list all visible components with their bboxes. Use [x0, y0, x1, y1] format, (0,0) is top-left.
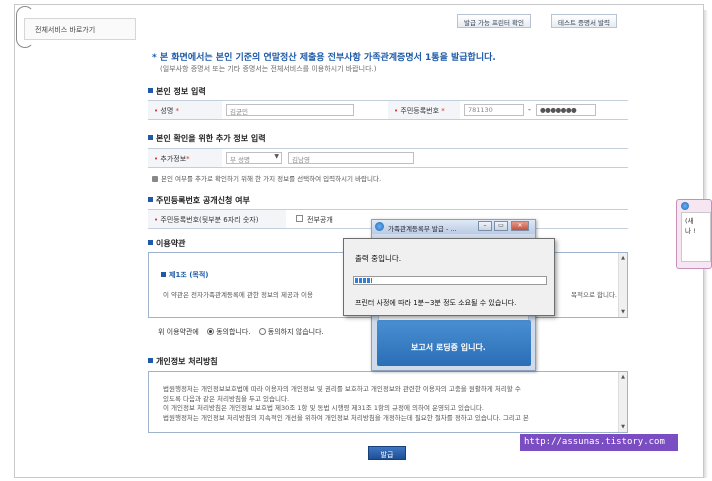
rrn-dash: -: [528, 105, 531, 114]
print-info-text: 프린터 사정에 따라 1분~3분 정도 소요될 수 있습니다.: [355, 299, 517, 307]
report-loading-banner: 보고서 로딩중 입니다.: [377, 320, 531, 366]
close-icon[interactable]: ✕: [511, 221, 529, 231]
privacy-box[interactable]: 법원행정처는 개인정보보호법에 따라 이용자의 개인정보 및 권리를 보호하고 …: [148, 371, 628, 433]
terms-article-title: 제1조 (목적): [161, 270, 208, 280]
section-terms: 이용약관: [148, 238, 185, 249]
section-title: 주민등록번호 공개신청 여부: [156, 196, 250, 205]
section-title: 본인 확인을 위한 추가 정보 입력: [156, 134, 266, 143]
section-title: 개인정보 처리방침: [156, 357, 218, 366]
minimize-icon[interactable]: –: [478, 221, 492, 231]
extra-info-note: 본인 여부를 추가로 확인하기 위해 한 가지 정보를 선택하여 입력하시기 바…: [152, 173, 381, 183]
extra-info-select[interactable]: 부 성명 ▼: [226, 152, 282, 164]
terms-consent: 위 이용약관에 동의합니다. 동의하지 않습니다.: [158, 327, 324, 337]
issue-button[interactable]: 발급: [368, 446, 406, 460]
privacy-line: 법원행정처는 개인정보 처리방침의 지속적인 개선을 위하여 개인정보 처리방침…: [163, 413, 529, 422]
section-disclosure: 주민등록번호 공개신청 여부: [148, 195, 250, 206]
all-services-link-label: 전체서비스 바로가기: [35, 26, 96, 34]
rrn-front-input[interactable]: 781130: [464, 104, 524, 116]
terms-body-right: 목적으로 합니다.: [571, 291, 617, 299]
side-popup-line: 나 !: [685, 227, 696, 235]
privacy-line: 법원행정처는 개인정보보호법에 따라 이용자의 개인정보 및 권리를 보호하고 …: [163, 385, 521, 393]
extra-info-input[interactable]: 김남영: [288, 152, 414, 164]
privacy-scrollbar[interactable]: ▲ ▼: [618, 372, 627, 432]
name-input[interactable]: 김균민: [226, 104, 354, 116]
extra-info-row: • 추가정보* 부 성명 ▼ 김남영: [148, 148, 628, 168]
personal-info-row: • 성명 * 김균민 • 주민등록번호 * 781130 - ●●●●●●●: [148, 100, 628, 120]
terms-body-left: 이 약관은 전자가족관계등록에 관한 정보의 제공과 이용: [163, 291, 313, 299]
extra-label: • 추가정보*: [148, 149, 222, 167]
privacy-text: 법원행정처는 개인정보보호법에 따라 이용자의 개인정보 및 권리를 보호하고 …: [163, 385, 617, 423]
section-bullet-icon: [148, 197, 153, 202]
maximize-icon[interactable]: ▭: [494, 221, 508, 231]
section-bullet-icon: [148, 135, 153, 140]
test-print-button[interactable]: 테스트 증명서 발력: [551, 14, 617, 28]
section-extra-info: 본인 확인을 위한 추가 정보 입력: [148, 133, 266, 144]
full-disclosure-label: 전부공개: [307, 216, 333, 224]
consent-label: 위 이용약관에: [158, 328, 199, 336]
name-label: • 성명 *: [148, 101, 222, 119]
article-bullet-icon: [161, 272, 166, 277]
page-headline: * 본 화면에서는 본인 기준의 연말정산 제출용 전부사항 가족관계증명서 1…: [152, 53, 496, 63]
full-disclosure-checkbox[interactable]: [296, 215, 303, 222]
side-popup-line: (새: [685, 217, 694, 225]
agree-label: 동의합니다.: [216, 328, 251, 336]
agree-radio[interactable]: [207, 328, 215, 335]
disagree-label: 동의하지 않습니다.: [267, 328, 324, 336]
rrn-label: • 주민등록번호 *: [388, 101, 460, 119]
popup-titlebar[interactable]: 가족관계등록부 발급 - ... – ▭ ✕: [372, 220, 535, 234]
scroll-up-icon[interactable]: ▲: [620, 374, 626, 380]
privacy-line: 이 개인정보 처리방침은 개인정보 보호법 제30조 1항 및 동법 시행령 제…: [163, 404, 484, 412]
all-services-link[interactable]: 전체서비스 바로가기: [24, 18, 136, 40]
side-popup-window[interactable]: (새 나 !: [676, 199, 712, 269]
print-progress-bar: [353, 276, 547, 285]
popup-title: 가족관계등록부 발급 - ...: [388, 225, 457, 233]
disclosure-label: • 주민등록번호(뒷부분 6자리 숫자): [148, 210, 286, 228]
print-progress-fill: [355, 278, 373, 283]
section-bullet-icon: [148, 88, 153, 93]
section-bullet-icon: [148, 240, 153, 245]
section-privacy: 개인정보 처리방침: [148, 356, 218, 367]
scroll-down-icon[interactable]: ▼: [620, 424, 626, 430]
section-bullet-icon: [148, 358, 153, 363]
section-personal-info: 본인 정보 입력: [148, 86, 206, 97]
browser-icon: [375, 222, 384, 231]
printer-check-button[interactable]: 발급 가능 프린터 확인: [457, 14, 532, 28]
scroll-up-icon[interactable]: ▲: [620, 255, 626, 261]
section-title: 이용약관: [156, 239, 186, 248]
disagree-radio[interactable]: [258, 328, 266, 335]
side-popup-content: (새 나 !: [681, 212, 711, 262]
info-icon: [152, 176, 158, 182]
browser-icon: [681, 202, 689, 210]
print-status-text: 출력 중입니다.: [355, 254, 402, 263]
print-progress-dialog: 출력 중입니다. 프린터 사정에 따라 1분~3분 정도 소요될 수 있습니다.: [343, 238, 555, 316]
terms-scrollbar[interactable]: ▲ ▼: [618, 253, 627, 317]
section-title: 본인 정보 입력: [156, 87, 206, 96]
blog-watermark: http://assunas.tistory.com: [520, 434, 678, 451]
rrn-back-input[interactable]: ●●●●●●●: [536, 104, 596, 116]
report-loading-text: 보고서 로딩중 입니다.: [411, 343, 486, 352]
privacy-line: 있도록 다음과 같은 처리방침을 두고 있습니다.: [163, 394, 290, 403]
chevron-down-icon: ▼: [274, 153, 279, 160]
page-subline: (일부사항 증명서 또는 기타 증명서는 전체서비스를 이용하시기 바랍니다.): [160, 65, 377, 73]
scroll-down-icon[interactable]: ▼: [620, 309, 626, 315]
